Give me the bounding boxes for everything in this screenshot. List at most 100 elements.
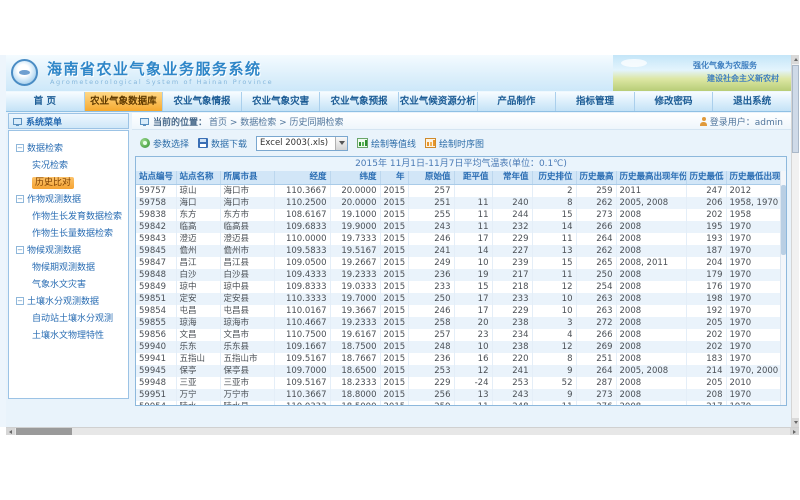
table-row[interactable]: 59954陵水陵水县110.033318.5000201525911248112… — [136, 401, 787, 406]
table-cell: 202 — [686, 329, 726, 341]
nav-item[interactable]: 指标管理 — [556, 92, 635, 111]
scroll-right-button[interactable] — [790, 428, 799, 435]
tree-node[interactable]: −土壤水分观测数据 — [9, 294, 128, 311]
tree-leaf[interactable]: 实况检索 — [9, 158, 128, 175]
table-row[interactable]: 59940乐东乐东县109.166718.7500201524810238122… — [136, 341, 787, 353]
tree-leaf[interactable]: 土壤水文物理特性 — [9, 328, 128, 345]
select-arrow-button[interactable] — [335, 137, 347, 150]
table-cell: 19.2333 — [330, 317, 380, 329]
table-row[interactable]: 59945保亭保亭县109.700018.6500201525312241926… — [136, 365, 787, 377]
collapse-icon[interactable]: − — [16, 246, 24, 254]
table-row[interactable]: 59757琼山海口市110.366720.0000201525722592011… — [136, 185, 787, 198]
tree-leaf[interactable]: 气象水文灾害 — [9, 277, 128, 294]
table-row[interactable]: 59851定安定安县110.333319.7000201525017233102… — [136, 293, 787, 305]
table-cell: 琼山 — [176, 185, 220, 198]
column-header: 所属市县 — [220, 171, 274, 185]
tree-node[interactable]: −物候观测数据 — [9, 243, 128, 260]
scroll-down-button[interactable] — [792, 418, 799, 427]
table-cell: 2005, 2008 — [616, 365, 686, 377]
table-cell: 三亚 — [176, 377, 220, 389]
table-cell: 249 — [408, 257, 454, 269]
column-header: 距平值 — [454, 171, 492, 185]
tree-leaf[interactable]: 作物生长发育数据检索 — [9, 209, 128, 226]
table-row[interactable]: 59838东方东方市108.616719.1000201525511244152… — [136, 209, 787, 221]
scroll-up-button[interactable] — [792, 55, 799, 64]
table-cell: 269 — [576, 341, 616, 353]
nav-item[interactable]: 首 页 — [6, 92, 85, 111]
scroll-left-button[interactable] — [6, 428, 15, 435]
tree-node[interactable]: −数据检索 — [9, 141, 128, 158]
tree-node[interactable]: −作物观测数据 — [9, 192, 128, 209]
table-cell: 2015 — [380, 365, 408, 377]
table-cell: 1970 — [726, 221, 787, 233]
tree-leaf[interactable]: 自动站土壤水分观测 — [9, 311, 128, 328]
table-row[interactable]: 59856文昌文昌市110.750019.6167201525723234426… — [136, 329, 787, 341]
table-scrollbar-thumb[interactable] — [781, 185, 786, 255]
table-cell: 2015 — [380, 269, 408, 281]
tree-leaf[interactable]: 作物生长量数据检索 — [9, 226, 128, 243]
vertical-scroll-thumb[interactable] — [792, 65, 799, 153]
collapse-icon[interactable]: − — [16, 144, 24, 152]
column-header: 历史最高 — [576, 171, 616, 185]
table-row[interactable]: 59951万宁万宁市110.366718.8000201525613243927… — [136, 389, 787, 401]
table-cell: 8 — [532, 353, 576, 365]
draw-timeseries-label: 绘制时序图 — [439, 137, 484, 150]
table-cell: 2015 — [380, 185, 408, 198]
table-cell: 259 — [408, 401, 454, 406]
table-cell: 2 — [532, 185, 576, 198]
location-icon — [140, 118, 149, 125]
breadcrumb[interactable]: 首页 > 数据检索 > 历史同期检索 — [209, 115, 344, 128]
tree-node-label: 物候观测数据 — [27, 246, 81, 256]
window-horizontal-scrollbar[interactable] — [6, 427, 799, 435]
table-cell: 3 — [532, 317, 576, 329]
table-row[interactable]: 59847昌江昌江县109.050019.2667201524910239152… — [136, 257, 787, 269]
table-cell: 59856 — [136, 329, 176, 341]
tree-leaf[interactable]: 物候期观测数据 — [9, 260, 128, 277]
table-cell: 202 — [686, 341, 726, 353]
table-cell: 2008 — [616, 269, 686, 281]
table-cell: 18.2333 — [330, 377, 380, 389]
table-cell: 208 — [686, 389, 726, 401]
nav-item[interactable]: 修改密码 — [635, 92, 714, 111]
nav-item[interactable]: 农业气候资源分析 — [399, 92, 478, 111]
table-cell: 2011 — [616, 185, 686, 198]
tree-leaf[interactable]: 历史比对 — [9, 175, 128, 192]
export-format-select[interactable]: Excel 2003(.xls) — [256, 136, 348, 151]
draw-timeseries-button[interactable]: 绘制时序图 — [425, 137, 484, 150]
table-cell: 12 — [454, 365, 492, 377]
collapse-icon[interactable]: − — [16, 195, 24, 203]
nav-item[interactable]: 退出系统 — [713, 92, 791, 111]
table-cell: 243 — [492, 389, 532, 401]
table-cell: 2012 — [726, 185, 787, 198]
draw-isoline-button[interactable]: 绘制等值线 — [357, 137, 416, 150]
window-vertical-scrollbar[interactable] — [791, 55, 799, 427]
param-select-button[interactable]: 参数选择 — [140, 137, 189, 150]
user-info: 登录用户：admin — [700, 115, 783, 128]
collapse-icon[interactable]: − — [16, 297, 24, 305]
horizontal-scroll-thumb[interactable] — [16, 428, 72, 435]
table-scrollbar[interactable] — [780, 171, 786, 405]
table-row[interactable]: 59842临高临高县109.683319.9000201524311232142… — [136, 221, 787, 233]
nav-item[interactable]: 农业气象情报 — [163, 92, 242, 111]
data-download-button[interactable]: 数据下载 — [198, 137, 247, 150]
isoline-chart-icon — [357, 138, 368, 148]
table-row[interactable]: 59854屯昌屯昌县110.016719.3667201524617229102… — [136, 305, 787, 317]
nav-item[interactable]: 农业气象预报 — [320, 92, 399, 111]
table-cell: 19.7000 — [330, 293, 380, 305]
table-row[interactable]: 59848白沙白沙县109.433319.2333201523619217112… — [136, 269, 787, 281]
nav-item[interactable]: 农业气象灾害 — [242, 92, 321, 111]
table-row[interactable]: 59845儋州儋州市109.583319.5167201524114227132… — [136, 245, 787, 257]
table-row[interactable]: 59855琼海琼海市110.466719.2333201525820238327… — [136, 317, 787, 329]
table-cell: 59838 — [136, 209, 176, 221]
nav-item[interactable]: 农业气象数据库 — [85, 92, 164, 111]
table-row[interactable]: 59948三亚三亚市109.516718.23332015229-2425352… — [136, 377, 787, 389]
table-cell: 236 — [408, 269, 454, 281]
table-cell: 59945 — [136, 365, 176, 377]
nav-item[interactable]: 产品制作 — [478, 92, 557, 111]
table-row[interactable]: 59941五指山五指山市109.516718.76672015236162208… — [136, 353, 787, 365]
table-row[interactable]: 59849琼中琼中县109.833319.0333201523315218122… — [136, 281, 787, 293]
table-row[interactable]: 59843澄迈澄迈县110.000019.7333201524617229112… — [136, 233, 787, 245]
table-row[interactable]: 59758海口海口市110.250020.0000201525111240826… — [136, 197, 787, 209]
table-cell: 2015 — [380, 329, 408, 341]
table-cell: 20 — [454, 317, 492, 329]
